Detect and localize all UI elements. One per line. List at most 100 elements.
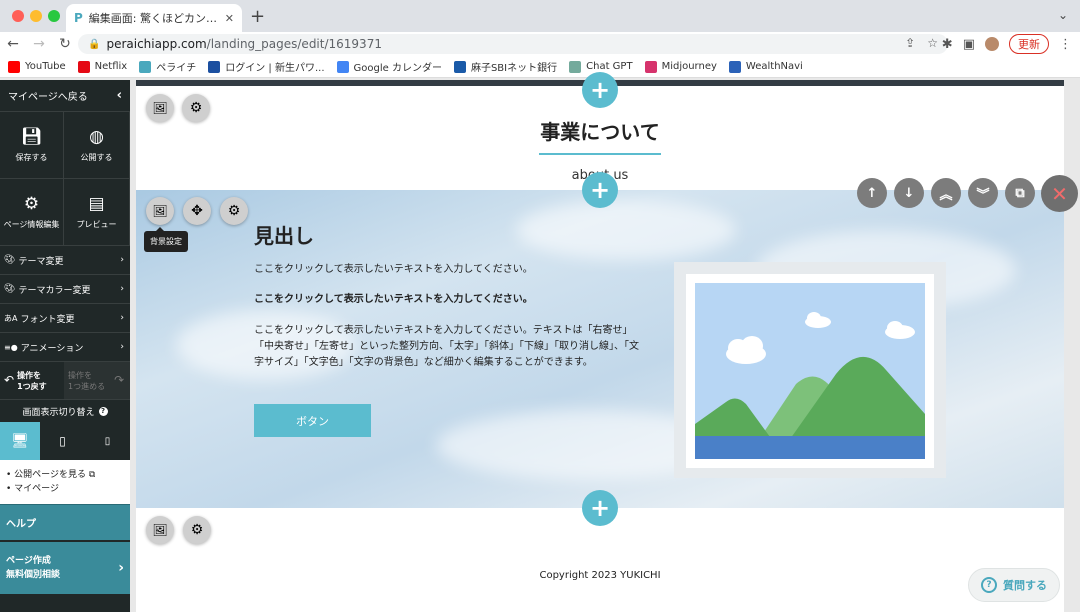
publish-button[interactable]: ◍ 公開する — [64, 112, 130, 179]
double-chevron-down-icon: ︾ — [976, 187, 990, 203]
bookmark-item[interactable]: 麻子SBIネット銀行 — [453, 59, 557, 74]
sidebar-item-animation[interactable]: ≡● アニメーション › — [0, 333, 130, 362]
bookmark-label: ログイン | 新生パワ... — [225, 63, 325, 74]
save-disk-icon: 💾︎ — [20, 127, 43, 147]
text-paragraph-3[interactable]: ここをクリックして表示したいテキストを入力してください。テキストは「右寄せ」「中… — [254, 323, 646, 371]
bookmark-label: Google カレンダー — [353, 63, 442, 74]
browser-tab-active[interactable]: P 編集画面: 驚くほどカンタン！無料 ✕ — [66, 4, 242, 32]
placeholder-image-frame[interactable] — [674, 262, 946, 478]
redo-arrow-icon: ↷ — [114, 373, 125, 387]
back-arrow-icon[interactable]: ← — [0, 36, 26, 52]
sidebar-item-label: テーマカラー変更 — [18, 285, 91, 296]
maximize-window-button[interactable] — [48, 10, 60, 22]
sidebar-item-theme-color[interactable]: 🎨︎ テーマカラー変更 › — [0, 275, 130, 304]
bookmark-label: Chat GPT — [586, 61, 633, 72]
sidebar-item-font[interactable]: あA フォント変更 › — [0, 304, 130, 333]
text-paragraph-1[interactable]: ここをクリックして表示したいテキストを入力してください。 — [254, 262, 646, 278]
block-bg-image-button[interactable]: 🖼︎ — [146, 197, 174, 225]
tablet-icon: ▯ — [59, 434, 66, 448]
bookmark-favicon-icon — [644, 60, 657, 73]
bookmarks-bar: YouTube Netflix ペライチ ログイン | 新生パワ... Google カ… — [0, 56, 1080, 78]
cta-button[interactable]: ボタン — [254, 404, 371, 437]
update-button[interactable]: 更新 — [1009, 34, 1049, 54]
side-panel-icon[interactable]: ▣ — [963, 37, 975, 52]
bookmark-item[interactable]: Netflix — [77, 60, 127, 73]
preview-button[interactable]: ▤ プレビュー — [64, 179, 130, 246]
gear-icon: ⚙ — [23, 194, 40, 214]
publish-aperture-icon: ◍ — [89, 127, 104, 147]
reload-icon[interactable]: ↻ — [52, 36, 78, 52]
text-paragraph-2-bold[interactable]: ここをクリックして表示したいテキストを入力してください。 — [254, 292, 646, 308]
save-button[interactable]: 💾︎ 保存する — [0, 112, 64, 179]
address-bar[interactable]: 🔒 peraichiapp.com/landing_pages/edit/161… — [78, 34, 948, 54]
page-info-edit-button[interactable]: ⚙ ページ情報編集 — [0, 179, 64, 246]
profile-avatar[interactable] — [985, 37, 999, 51]
mypage-link[interactable]: • マイページ — [6, 482, 124, 496]
bookmark-item[interactable]: Chat GPT — [569, 60, 633, 73]
bookmark-item[interactable]: ログイン | 新生パワ... — [208, 59, 325, 74]
minimize-window-button[interactable] — [30, 10, 42, 22]
undo-button[interactable]: ↶ 操作を 1つ戻す — [0, 362, 64, 399]
tablet-view-button[interactable]: ▯ — [40, 422, 85, 460]
bookmark-item[interactable]: WealthNavi — [728, 60, 803, 73]
palette-icon: 🎨︎ — [4, 255, 16, 265]
bookmark-item[interactable]: Google カレンダー — [336, 59, 442, 74]
sidebar-item-theme[interactable]: 🎨︎ テーマ変更 › — [0, 246, 130, 275]
footer-bg-image-button[interactable]: 🖼︎ — [146, 516, 174, 544]
delete-block-button[interactable]: ✕ — [1041, 175, 1078, 212]
move-down-button[interactable]: ↓ — [894, 178, 924, 208]
footer-settings-button[interactable]: ⚙ — [183, 516, 211, 544]
extensions-puzzle-icon[interactable]: ✱ — [942, 37, 953, 52]
free-consultation-button[interactable]: ページ作成 無料個別相談 › — [0, 540, 130, 594]
add-block-button-top[interactable]: + — [582, 72, 618, 108]
section-bg-image-button[interactable]: 🖼︎ — [146, 94, 174, 122]
back-to-mypage-label: マイページへ戻る — [8, 92, 88, 103]
add-block-button-bottom[interactable]: + — [582, 490, 618, 526]
bookmark-star-icon[interactable]: ☆ — [927, 36, 938, 50]
bookmark-item[interactable]: YouTube — [8, 60, 66, 73]
redo-button[interactable]: 操作を 1つ進める ↷ — [64, 362, 130, 399]
add-block-button-middle[interactable]: + — [582, 172, 618, 208]
block-settings-button[interactable]: ⚙ — [220, 197, 248, 225]
mobile-view-button[interactable]: ▯ — [85, 422, 130, 460]
tab-close-icon[interactable]: ✕ — [225, 12, 234, 25]
bookmark-label: ペライチ — [156, 63, 197, 74]
ask-question-button[interactable]: ? 質問する — [968, 568, 1060, 602]
close-x-icon: ✕ — [1051, 181, 1068, 206]
help-label: ヘルプ — [6, 519, 36, 530]
block-heading[interactable]: 見出し — [254, 220, 314, 249]
chevron-right-icon: › — [120, 255, 124, 265]
move-up-button[interactable]: ↑ — [857, 178, 887, 208]
tab-list-chevron-icon[interactable]: ⌄ — [1058, 8, 1068, 22]
bookmark-item[interactable]: ペライチ — [139, 59, 196, 74]
font-icon: あA — [4, 313, 18, 323]
browser-nav-bar: ← → ↻ 🔒 peraichiapp.com/landing_pages/ed… — [0, 32, 1080, 56]
move-to-top-button[interactable]: ︽ — [931, 178, 961, 208]
bookmark-item[interactable]: Midjourney — [644, 60, 717, 73]
forward-arrow-icon[interactable]: → — [26, 36, 52, 52]
browser-tab-bar: P 編集画面: 驚くほどカンタン！無料 ✕ + ⌄ — [0, 0, 1080, 32]
undo-redo-row: ↶ 操作を 1つ戻す 操作を 1つ進める ↷ — [0, 362, 130, 400]
copyright-text[interactable]: Copyright 2023 YUKICHI — [136, 570, 1064, 581]
sky-background-block[interactable]: 見出し ここをクリックして表示したいテキストを入力してください。 ここをクリック… — [136, 190, 1064, 508]
gear-icon: ⚙ — [227, 203, 241, 219]
animation-icon: ≡● — [4, 342, 18, 352]
bookmark-favicon-icon — [208, 60, 221, 73]
section-title[interactable]: 事業について — [136, 116, 1064, 145]
bookmark-favicon-icon — [728, 60, 741, 73]
bookmark-favicon-icon — [336, 60, 349, 73]
desktop-view-button[interactable]: 🖥︎ — [0, 422, 40, 460]
duplicate-block-button[interactable]: ⧉ — [1005, 178, 1035, 208]
back-to-mypage-button[interactable]: マイページへ戻る ‹ — [0, 80, 130, 112]
menu-kebab-icon[interactable]: ⋮ — [1059, 37, 1072, 52]
move-to-bottom-button[interactable]: ︾ — [968, 178, 998, 208]
help-button[interactable]: ヘルプ — [0, 504, 130, 540]
share-icon[interactable]: ⇪ — [905, 36, 915, 50]
new-tab-button[interactable]: + — [250, 6, 265, 27]
help-circle-icon[interactable]: ? — [98, 406, 108, 416]
block-move-button[interactable]: ✥ — [183, 197, 211, 225]
section-settings-button[interactable]: ⚙ — [182, 94, 210, 122]
mypage-label: マイページ — [14, 484, 59, 494]
view-public-page-link[interactable]: • 公開ページを見る ⧉ — [6, 468, 124, 482]
close-window-button[interactable] — [12, 10, 24, 22]
